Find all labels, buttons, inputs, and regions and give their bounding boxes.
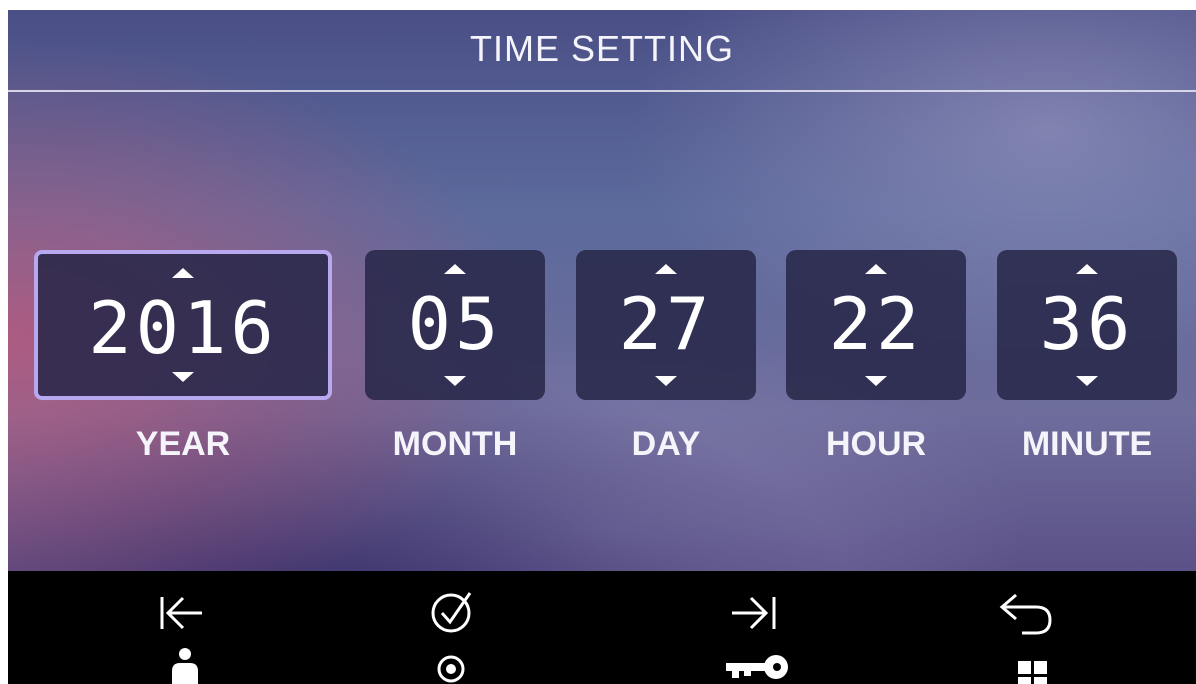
page-title: TIME SETTING (470, 28, 734, 69)
day-value[interactable]: 27 (576, 286, 756, 362)
month-spinner[interactable]: 05 (365, 250, 545, 400)
day-increment-arrow-icon[interactable] (655, 264, 677, 274)
month-increment-arrow-icon[interactable] (444, 264, 466, 274)
user-icon (172, 648, 198, 684)
year-decrement-arrow-icon[interactable] (172, 372, 194, 382)
time-setting-screen: TIME SETTING 2016 YEAR 05 MONTH 27 DAY 2… (8, 10, 1196, 684)
hour-spinner[interactable]: 22 (786, 250, 966, 400)
header: TIME SETTING (8, 10, 1196, 92)
year-increment-arrow-icon[interactable] (172, 268, 194, 278)
hour-value[interactable]: 22 (786, 286, 966, 362)
record-icon (437, 655, 465, 683)
hour-label: HOUR (825, 425, 927, 463)
arrow-left-to-bar-icon (160, 596, 202, 684)
month-decrement-arrow-icon[interactable] (444, 376, 466, 386)
check-circle-icon (431, 592, 472, 683)
year-value[interactable]: 2016 (38, 290, 328, 366)
minute-decrement-arrow-icon[interactable] (1076, 376, 1098, 386)
hour-increment-arrow-icon[interactable] (865, 264, 887, 274)
confirm-button[interactable] (406, 583, 496, 684)
year-spinner[interactable]: 2016 (34, 250, 332, 400)
key-icon (726, 655, 788, 679)
arrow-right-to-bar-icon (726, 596, 788, 679)
month-value[interactable]: 05 (365, 286, 545, 362)
minute-spinner[interactable]: 36 (997, 250, 1177, 400)
next-button[interactable] (720, 583, 810, 684)
bottom-toolbar (8, 571, 1196, 684)
minute-increment-arrow-icon[interactable] (1076, 264, 1098, 274)
year-label: YEAR (135, 425, 231, 463)
day-label: DAY (631, 425, 701, 463)
minute-value[interactable]: 36 (997, 286, 1177, 362)
previous-button[interactable] (140, 583, 230, 684)
day-decrement-arrow-icon[interactable] (655, 376, 677, 386)
return-arrow-icon (999, 593, 1052, 684)
back-button[interactable] (990, 583, 1080, 684)
minute-label: MINUTE (1021, 425, 1153, 463)
hour-decrement-arrow-icon[interactable] (865, 376, 887, 386)
day-spinner[interactable]: 27 (576, 250, 756, 400)
month-label: MONTH (392, 425, 518, 463)
grid-icon (1018, 661, 1047, 684)
